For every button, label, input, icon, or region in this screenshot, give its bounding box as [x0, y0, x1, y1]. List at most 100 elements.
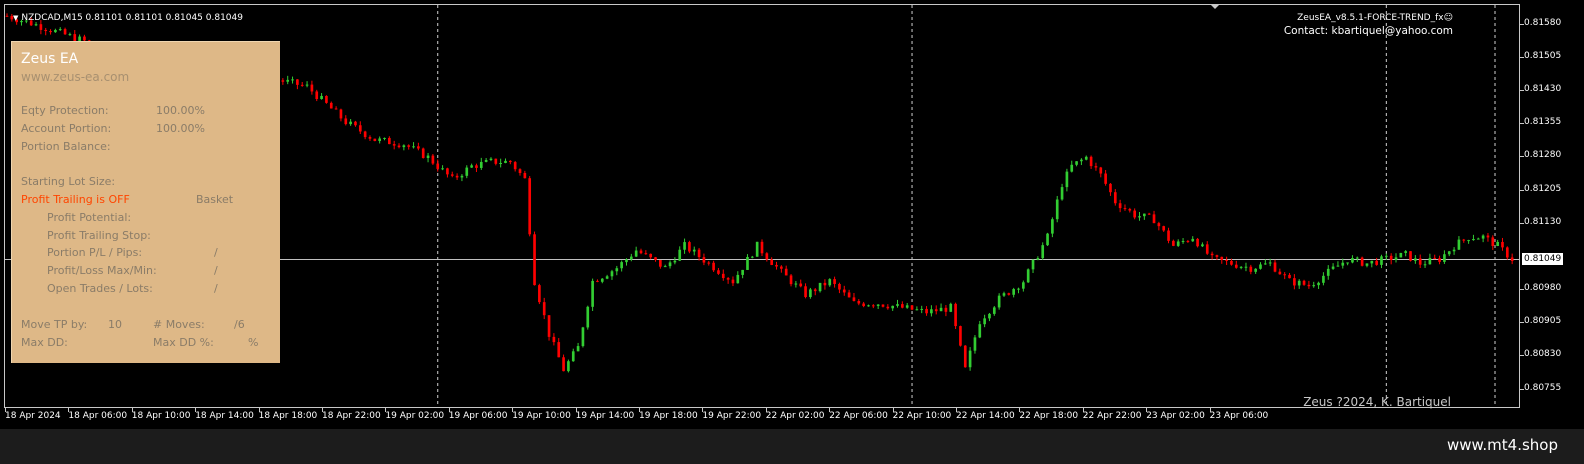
profit-trailing-status: Profit Trailing is OFF — [21, 193, 130, 206]
candle-body — [963, 345, 967, 368]
basket-label: Basket — [196, 193, 234, 206]
candle-body — [363, 131, 367, 138]
candle-body — [1113, 192, 1117, 204]
candle-body — [784, 268, 788, 276]
candle-body — [852, 297, 856, 302]
candle-body — [1162, 226, 1166, 231]
candle-body — [1302, 280, 1306, 285]
candle-body — [775, 264, 778, 267]
candle-body — [300, 84, 304, 86]
moves-label: # Moves: — [153, 318, 205, 331]
candle-body — [988, 313, 991, 319]
ea-info-panel: Zeus EA www.zeus-ea.com Eqty Protection:… — [11, 41, 280, 363]
candle-body — [518, 169, 522, 174]
candle-body — [83, 36, 86, 41]
candle-body — [373, 138, 377, 142]
price-axis[interactable]: 0.81580 0.81505 0.81430 0.81355 0.81280 0.812… — [1520, 4, 1584, 408]
candle-body — [780, 266, 783, 269]
candle-body — [547, 315, 551, 337]
candle-body — [446, 168, 449, 175]
eqty-protection-label: Eqty Protection: — [21, 104, 109, 117]
candle-body — [1201, 244, 1204, 247]
candle-body — [533, 234, 536, 286]
candle-body — [1138, 216, 1141, 218]
candle-body — [557, 342, 561, 358]
candle-body — [34, 24, 38, 26]
candle-body — [1123, 208, 1127, 210]
price-label: 0.80755 — [1524, 382, 1562, 393]
candle-body — [1254, 268, 1257, 272]
candle-body — [707, 262, 711, 264]
candle-body — [552, 336, 556, 343]
candle-body — [697, 249, 701, 258]
candle-body — [383, 137, 386, 139]
candle-body — [983, 318, 986, 325]
dropdown-triangle-icon[interactable]: ▼ — [13, 14, 18, 22]
candle-body — [354, 121, 357, 126]
candle-body — [920, 308, 924, 310]
chart-area[interactable]: ▼ NZDCAD,M15 0.81101 0.81101 0.81045 0.81… — [4, 4, 1520, 409]
ea-title: ZeusEA_v8.5.1-FORCE-TREND_fx☺ — [1297, 13, 1453, 23]
candle-body — [475, 165, 478, 168]
candle-body — [1215, 255, 1219, 257]
chart-shift-marker-icon[interactable] — [1210, 4, 1220, 9]
candle-body — [1476, 238, 1480, 240]
candle-body — [1234, 264, 1238, 268]
candle-body — [68, 34, 72, 36]
move-tp-value: 10 — [108, 318, 122, 331]
candle-body — [1394, 257, 1398, 260]
candle-body — [412, 146, 415, 148]
candle-body — [881, 304, 885, 307]
candle-body — [1210, 253, 1214, 256]
candle-body — [1351, 258, 1354, 263]
candle-body — [431, 155, 435, 164]
candle-body — [1307, 284, 1311, 287]
candle-body — [1094, 166, 1098, 168]
candle-body — [1472, 238, 1475, 241]
price-label: 0.80905 — [1524, 316, 1562, 327]
candle-body — [1418, 258, 1422, 265]
candle-body — [663, 266, 667, 268]
candle-body — [954, 303, 957, 327]
candle-body — [949, 303, 953, 312]
time-label: 19 Apr 10:00 — [512, 411, 571, 421]
candle-body — [1007, 293, 1011, 295]
candle-body — [1055, 199, 1059, 220]
candle-body — [1249, 266, 1253, 272]
candle-body — [504, 160, 507, 163]
candle-body — [1399, 252, 1403, 258]
candle-body — [1239, 266, 1243, 268]
time-label: 18 Apr 10:00 — [131, 411, 191, 421]
candle-body — [838, 283, 841, 290]
candle-body — [847, 292, 851, 298]
candle-body — [1375, 260, 1378, 265]
candle-body — [334, 108, 338, 110]
eqty-protection-value: 100.00% — [156, 104, 205, 117]
time-label: 22 Apr 02:00 — [765, 411, 825, 421]
time-axis[interactable]: 18 Apr 2024 18 Apr 06:00 18 Apr 10:00 18 Ap… — [0, 408, 1520, 426]
candle-body — [905, 305, 909, 308]
time-label: 23 Apr 02:00 — [1146, 411, 1205, 421]
candle-body — [1104, 173, 1107, 184]
candle-body — [891, 305, 895, 309]
candle-body — [542, 302, 546, 316]
candle-body — [286, 79, 290, 82]
candle-body — [460, 175, 464, 178]
candle-body — [455, 175, 459, 178]
portion-balance-label: Portion Balance: — [21, 140, 111, 153]
candle-body — [320, 95, 323, 100]
candle-body — [1288, 274, 1291, 279]
candle-body — [610, 271, 614, 277]
candle-body — [978, 324, 982, 338]
candle-body — [63, 29, 67, 35]
candle-body — [1026, 269, 1030, 283]
candle-body — [470, 165, 473, 168]
candle-body — [973, 337, 977, 351]
price-label: 0.80830 — [1524, 349, 1562, 360]
candle-body — [344, 118, 348, 125]
time-label: 22 Apr 10:00 — [892, 411, 952, 421]
candle-body — [1443, 254, 1446, 262]
candle-body — [567, 361, 570, 372]
candle-body — [513, 162, 517, 170]
candle-body — [368, 137, 372, 139]
